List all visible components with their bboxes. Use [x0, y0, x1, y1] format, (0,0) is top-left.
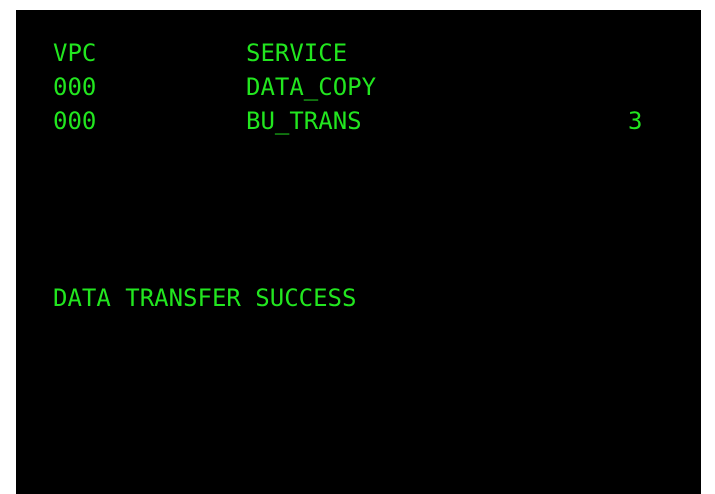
- status-message: DATA TRANSFER SUCCESS: [53, 284, 357, 312]
- table-row: 000 BU_TRANS 3: [16, 104, 642, 138]
- header-row: VPC SERVICE: [16, 36, 347, 70]
- row-vpc: 000: [53, 73, 97, 101]
- row-service: DATA_COPY: [246, 73, 377, 101]
- header-vpc: VPC: [53, 39, 97, 67]
- table-row: 000 DATA_COPY: [16, 70, 376, 104]
- header-service: SERVICE: [246, 39, 348, 67]
- row-service: BU_TRANS: [246, 107, 362, 135]
- row-vpc: 000: [53, 107, 97, 135]
- terminal-screen: VPC SERVICE 000 DATA_COPY 000 BU_TRANS 3…: [16, 10, 701, 494]
- row-count: 3: [628, 107, 643, 135]
